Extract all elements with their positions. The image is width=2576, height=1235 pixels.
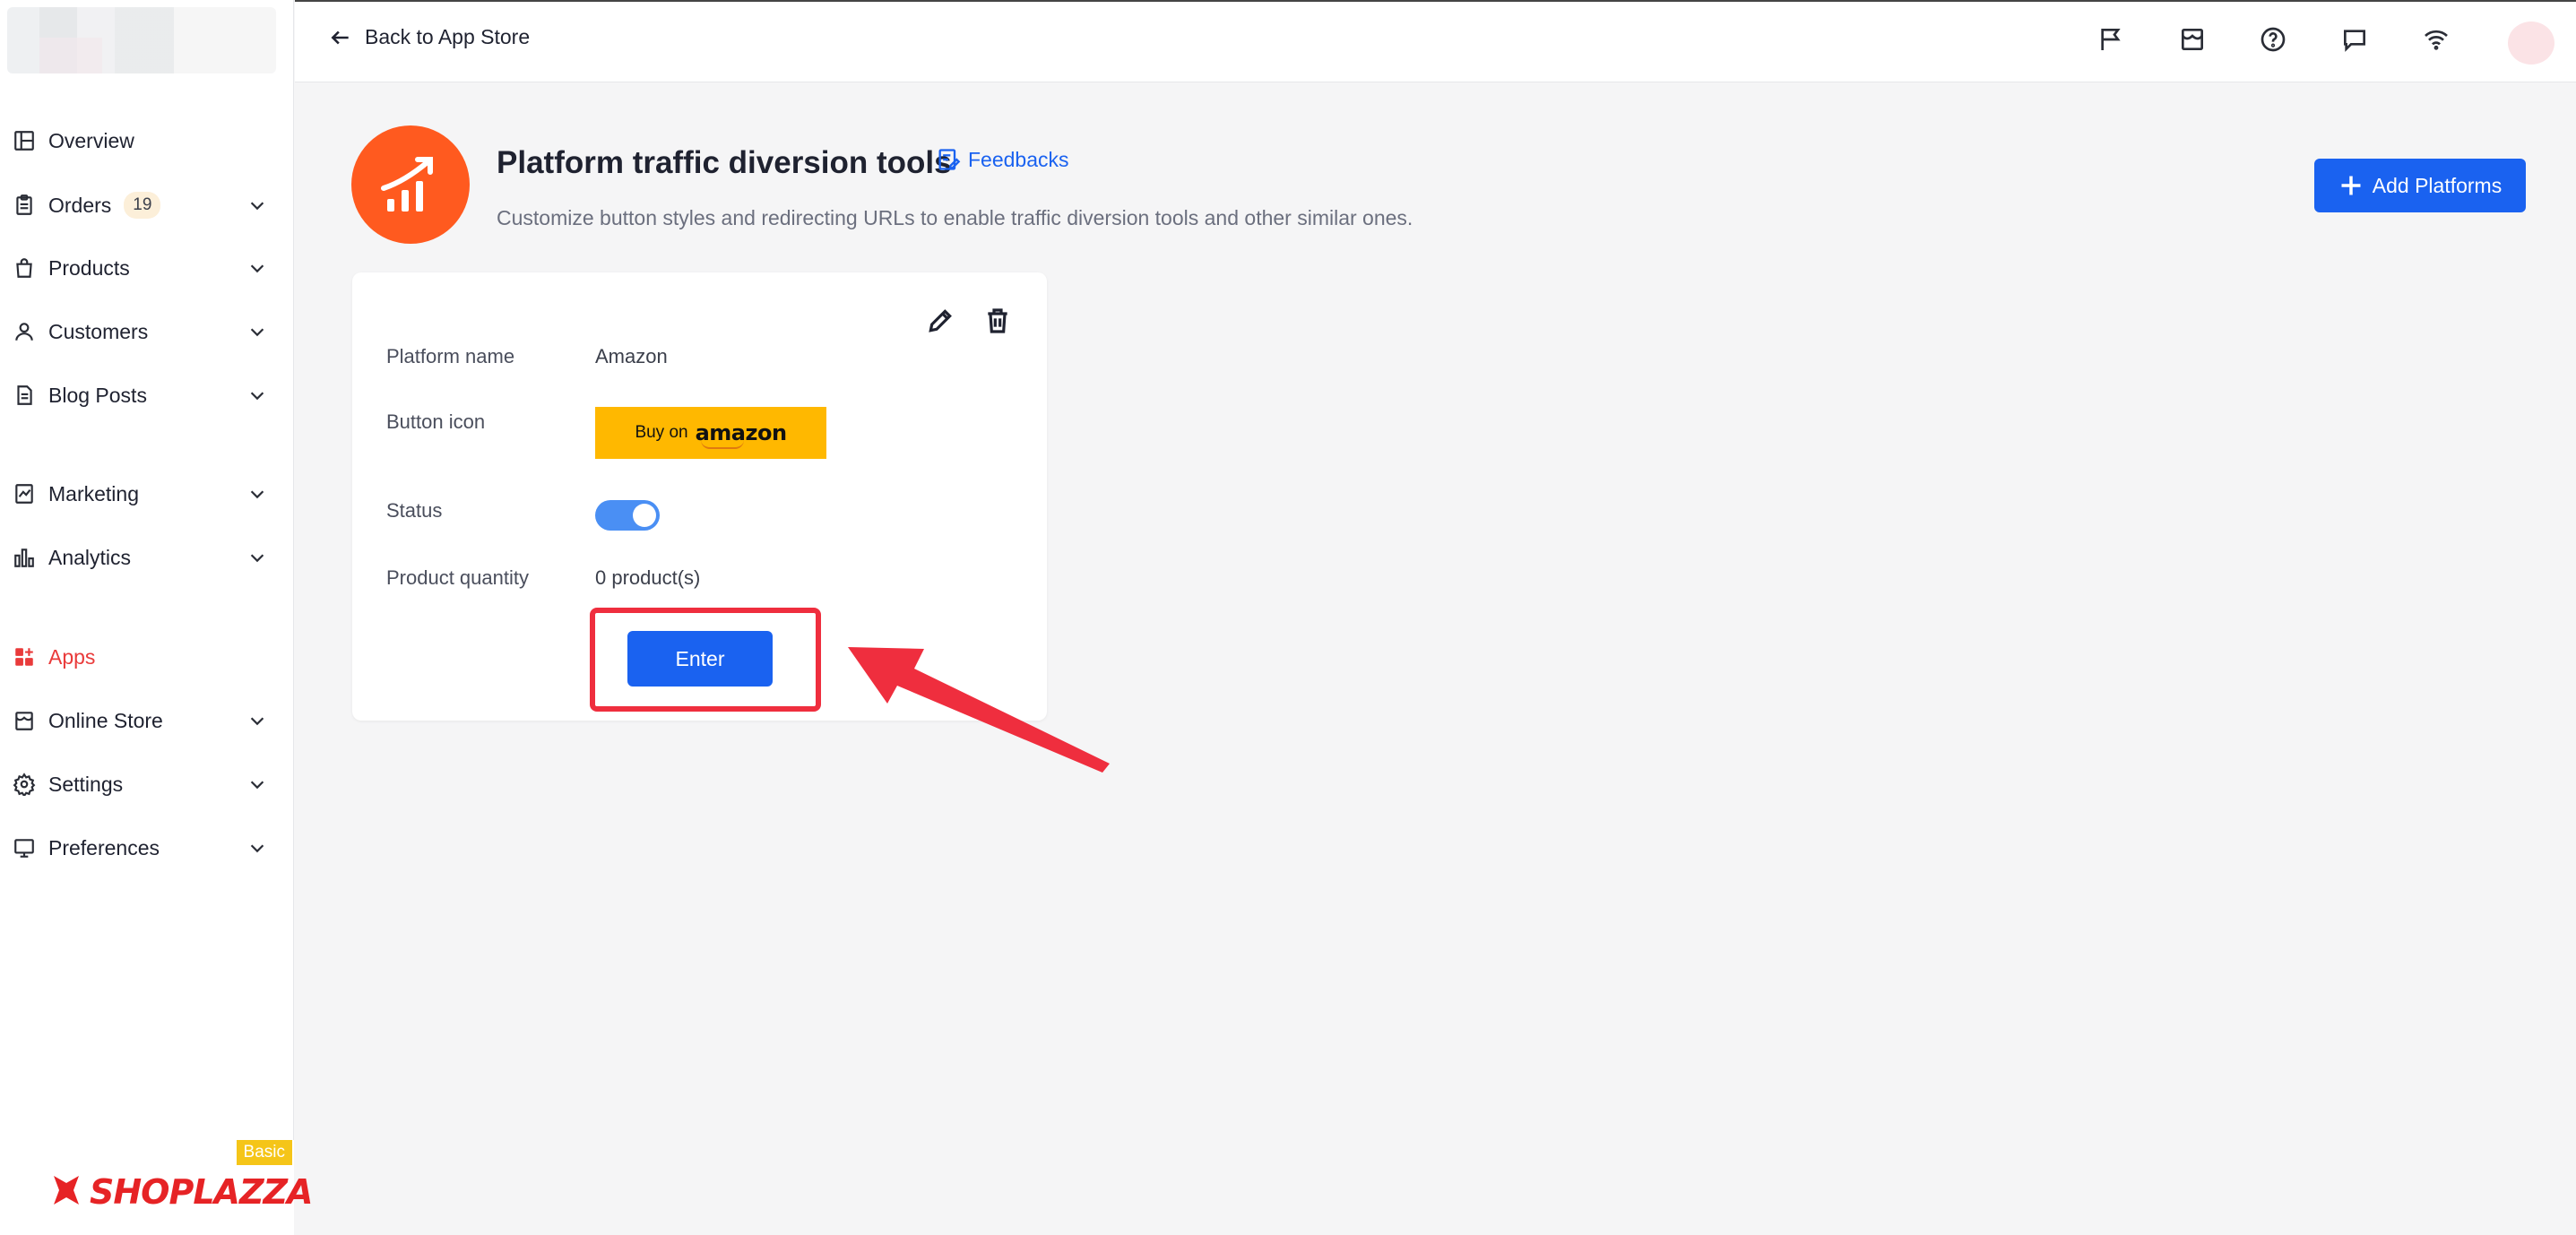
sidebar-item-label: Blog Posts [48,383,147,407]
buy-on-text: Buy on [635,423,688,442]
chat-icon[interactable] [2340,25,2369,54]
chevron-down-icon[interactable] [247,385,267,405]
sidebar-item-label: Overview [48,128,134,152]
status-label: Status [386,499,443,522]
sidebar-item-marketing[interactable]: Marketing [0,468,294,520]
chevron-down-icon[interactable] [247,195,267,215]
layout-icon [13,129,36,152]
add-platforms-button[interactable]: Add Platforms [2314,159,2526,212]
store-logo[interactable] [7,7,276,73]
arrow-left-icon [331,30,349,44]
help-icon[interactable] [2259,25,2287,54]
brand-footer: SHOPLAZZA Basic [0,1140,313,1235]
sidebar-item-settings[interactable]: Settings [0,758,294,810]
platform-name-value: Amazon [595,345,668,367]
highlight-box [590,608,821,712]
sidebar-item-analytics[interactable]: Analytics [0,531,294,583]
edit-icon[interactable] [926,307,955,335]
sidebar-item-apps[interactable]: Apps [0,631,294,683]
feedbacks-link[interactable]: Feedbacks [936,147,1069,172]
storefront-icon [13,709,36,732]
shopping-bag-icon [13,256,36,280]
product-quantity-label: Product quantity [386,566,529,589]
chevron-down-icon[interactable] [247,258,267,278]
sidebar-item-label: Online Store [48,708,163,732]
feedback-icon [938,149,961,170]
sidebar-item-overview[interactable]: Overview [0,115,294,167]
platform-name-label: Platform name [386,345,515,367]
store-icon[interactable] [2178,25,2207,54]
chevron-down-icon[interactable] [247,711,267,730]
plan-badge: Basic [236,1140,292,1165]
user-icon [13,320,36,343]
feedbacks-label: Feedbacks [968,147,1069,171]
monitor-icon [13,836,36,859]
button-icon-label: Button icon [386,410,486,433]
sidebar-item-label: Customers [48,319,149,343]
trash-icon[interactable] [983,307,1012,335]
status-toggle[interactable] [595,500,660,531]
flag-icon[interactable] [2096,25,2125,54]
sidebar-item-label: Products [48,255,130,280]
sidebar-item-customers[interactable]: Customers [0,306,294,358]
avatar[interactable] [2508,22,2554,65]
sidebar-item-label: Apps [48,644,96,669]
sidebar-item-online-store[interactable]: Online Store [0,695,294,747]
buy-on-amazon-button-preview: Buy on amazon [595,407,826,459]
wifi-icon[interactable] [2422,25,2451,54]
page-title: Platform traffic diversion tools [497,145,952,180]
back-label: Back to App Store [365,25,531,48]
shoplazza-logo-icon [54,1176,79,1205]
sidebar-item-label: Orders [48,193,112,217]
product-quantity-value: 0 product(s) [595,566,701,589]
amazon-logo: amazon [695,420,787,449]
bar-chart-icon [13,546,36,569]
gear-icon [13,773,36,796]
document-icon [13,384,36,407]
chevron-down-icon[interactable] [247,838,267,858]
sidebar-item-blog-posts[interactable]: Blog Posts [0,369,294,421]
sidebar-item-orders[interactable]: Orders 19 [0,179,294,231]
chevron-down-icon[interactable] [247,548,267,567]
sidebar-item-products[interactable]: Products [0,242,294,294]
page-description: Customize button styles and redirecting … [497,206,1413,229]
toggle-knob [633,504,656,527]
sidebar-item-label: Preferences [48,835,160,859]
chevron-down-icon[interactable] [247,322,267,341]
clipboard-icon [13,194,36,217]
orders-count-badge: 19 [124,192,161,219]
apps-grid-icon [13,645,36,669]
chevron-down-icon[interactable] [247,484,267,504]
sidebar: Overview Orders 19 Products Customers Bl… [0,0,313,1235]
sidebar-item-preferences[interactable]: Preferences [0,822,294,874]
sidebar-item-label: Analytics [48,545,132,569]
marketing-icon [13,482,36,505]
brand-name: SHOPLAZZA [90,1172,313,1212]
back-to-app-store-link[interactable]: Back to App Store [329,25,530,49]
trending-up-icon [381,157,433,212]
topbar: Back to App Store [295,0,2576,82]
app-logo [351,125,470,244]
plus-icon [2341,176,2361,195]
chevron-down-icon[interactable] [247,774,267,794]
sidebar-item-label: Marketing [48,481,139,505]
add-platforms-label: Add Platforms [2372,173,2503,197]
sidebar-item-label: Settings [48,772,124,796]
